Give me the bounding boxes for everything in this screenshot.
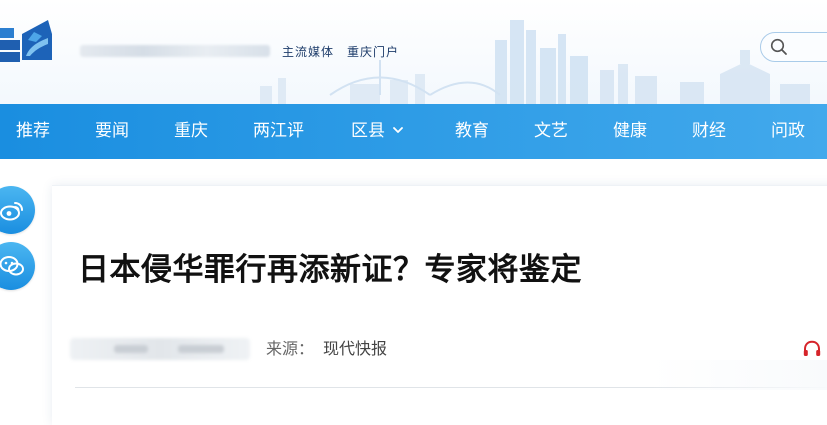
nav-label: 重庆 <box>174 121 208 141</box>
nav-item-districts[interactable]: 区县 <box>351 104 403 159</box>
nav-label: 文艺 <box>534 121 568 141</box>
nav-item-culture[interactable]: 文艺 <box>534 104 568 159</box>
nav-label: 区县 <box>351 121 385 141</box>
nav-label: 健康 <box>613 121 647 141</box>
main-nav: 推荐 要闻 重庆 两江评 区县 教育 文艺 健康 财经 问政 <box>0 104 827 159</box>
blurred-meta <box>70 338 250 360</box>
nav-item-inquiry[interactable]: 问政 <box>771 104 805 159</box>
nav-item-health[interactable]: 健康 <box>613 104 647 159</box>
source-label: 来源： <box>266 339 315 358</box>
nav-label: 教育 <box>455 121 489 141</box>
search-icon[interactable] <box>770 38 788 56</box>
nav-item-recommend[interactable]: 推荐 <box>16 104 50 159</box>
source-value: 现代快报 <box>323 339 388 358</box>
weibo-icon <box>0 202 23 221</box>
search-input[interactable] <box>760 32 827 62</box>
article-title: 日本侵华罪行再添新证？专家将鉴定 <box>78 252 582 288</box>
chevron-down-icon <box>393 127 403 133</box>
site-header: 主流媒体 重庆门户 <box>0 0 827 104</box>
wechat-icon <box>0 256 24 276</box>
nav-item-headlines[interactable]: 要闻 <box>95 104 129 159</box>
share-weibo-button[interactable] <box>0 186 35 234</box>
watermark-overlay <box>650 360 827 390</box>
nav-item-finance[interactable]: 财经 <box>692 104 726 159</box>
share-wechat-button[interactable] <box>0 242 35 290</box>
nav-label: 财经 <box>692 121 726 141</box>
nav-label: 问政 <box>771 121 805 141</box>
nav-label: 要闻 <box>95 121 129 141</box>
nav-label: 两江评 <box>253 121 304 141</box>
logo-icon[interactable] <box>0 16 54 68</box>
nav-item-education[interactable]: 教育 <box>455 104 489 159</box>
nav-label: 推荐 <box>16 121 50 141</box>
nav-item-chongqing[interactable]: 重庆 <box>174 104 208 159</box>
nav-item-liangjiang-commentary[interactable]: 两江评 <box>253 104 304 159</box>
skyline-image <box>260 20 810 104</box>
audio-icon[interactable] <box>802 339 822 359</box>
